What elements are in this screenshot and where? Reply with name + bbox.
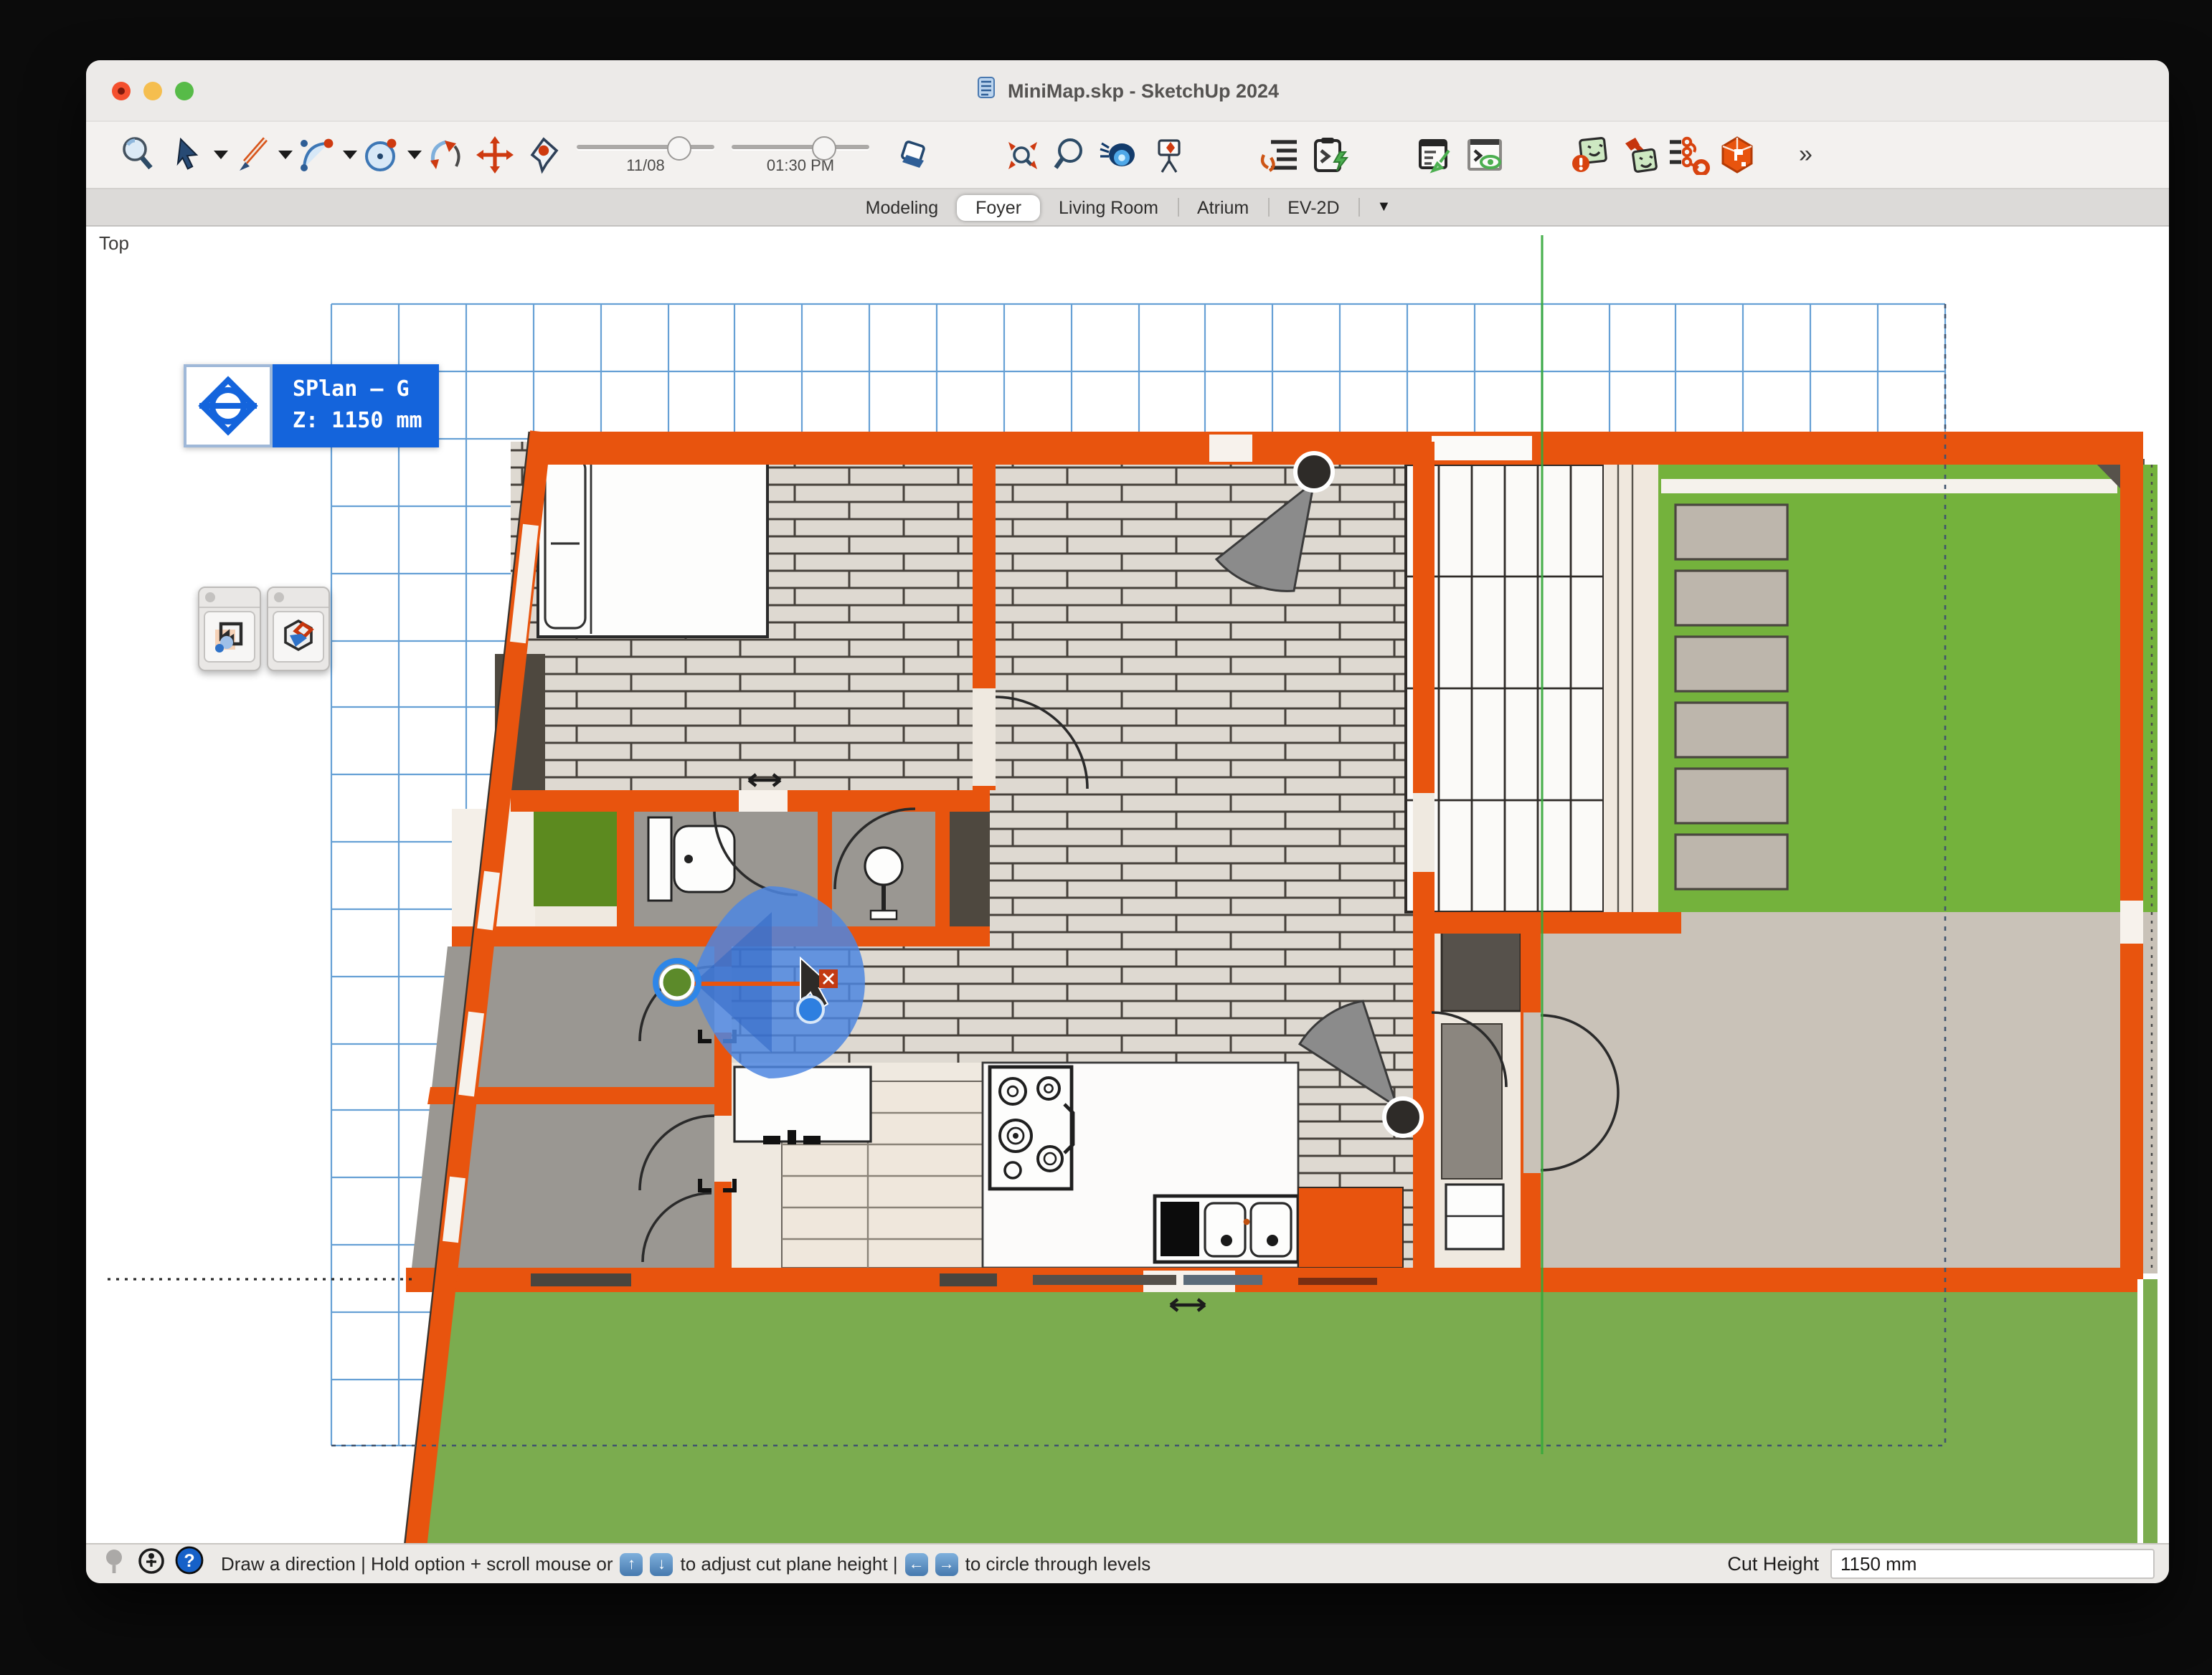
kitchen-orange-unit <box>1298 1187 1403 1268</box>
sketchup-doc-icon <box>976 75 998 105</box>
clean-notes-tool[interactable] <box>1412 131 1460 179</box>
section-plane-tooltip: SPlan – G Z: 1150 mm <box>184 364 440 447</box>
corridor-vanity <box>734 1067 871 1144</box>
walkway-strip <box>1604 465 1658 912</box>
traffic-lights <box>112 81 194 100</box>
close-button[interactable] <box>112 81 131 100</box>
island-gray <box>1442 1024 1502 1179</box>
tab-foyer[interactable]: Foyer <box>957 194 1040 220</box>
mini-palette-2-titlebar[interactable] <box>268 588 329 608</box>
closet-dark <box>950 809 990 926</box>
line-dropdown-caret[interactable] <box>278 151 293 159</box>
bathroom-2 <box>832 809 935 926</box>
tab-modeling[interactable]: Modeling <box>847 194 957 220</box>
mini-palette-1-titlebar[interactable] <box>199 588 260 608</box>
minimize-button[interactable] <box>143 81 162 100</box>
credit-attribution-icon[interactable] <box>138 1547 165 1581</box>
shadow-date-slider[interactable]: 11/08 <box>577 136 714 174</box>
tab-atrium[interactable]: Atrium <box>1178 194 1267 220</box>
sketchup-window: MiniMap.skp - SketchUp 2024 <box>86 60 2169 1583</box>
placement-point <box>798 997 823 1022</box>
key-right-icon: → <box>935 1552 958 1575</box>
select-dropdown-caret[interactable] <box>214 151 228 159</box>
stove <box>990 1067 1073 1189</box>
section-plane-icon <box>184 364 273 447</box>
scene-tab-bar: Modeling Foyer Living Room Atrium EV-2D … <box>86 189 2169 227</box>
move-tool[interactable] <box>471 131 519 179</box>
run-clipboard-tool[interactable] <box>1305 131 1354 179</box>
tab-living-room[interactable]: Living Room <box>1040 194 1177 220</box>
section-display-toggle-button[interactable] <box>204 611 255 663</box>
side-garden <box>1658 459 2145 912</box>
node-sequence-tool[interactable] <box>1664 131 1713 179</box>
console-preview-tool[interactable] <box>1460 131 1509 179</box>
circle-tool[interactable] <box>357 131 406 179</box>
section-cut-toggle-button[interactable] <box>273 611 324 663</box>
kitchen-sink <box>1155 1196 1298 1262</box>
arc-tool[interactable] <box>293 131 341 179</box>
view-name-label: Top <box>99 232 129 254</box>
model-viewport[interactable]: Top <box>86 227 2169 1543</box>
line-tool[interactable] <box>228 131 277 179</box>
shadow-time-label: 01:30 PM <box>732 157 869 174</box>
geolocation-icon[interactable] <box>100 1547 128 1581</box>
tape-measure-tool[interactable] <box>519 131 568 179</box>
zoom-tool[interactable] <box>1047 131 1096 179</box>
cut-height-label: Cut Height <box>1727 1553 1819 1575</box>
rotate-tool[interactable] <box>422 131 471 179</box>
circle-dropdown-caret[interactable] <box>407 151 422 159</box>
help-icon[interactable]: ? <box>175 1546 204 1582</box>
look-around-tool[interactable] <box>1096 131 1145 179</box>
toolbar: 11/08 01:30 PM <box>86 122 2169 189</box>
extension-warehouse-tool[interactable] <box>1713 131 1762 179</box>
pergola-grid <box>1406 465 1604 912</box>
key-up-icon: ↑ <box>620 1552 643 1575</box>
mini-palette-2 <box>267 587 330 671</box>
toolbar-overflow-button[interactable]: » <box>1799 141 1810 169</box>
key-down-icon: ↓ <box>651 1552 673 1575</box>
yard-lawn <box>407 1279 2137 1543</box>
eraser-tool[interactable] <box>889 131 938 179</box>
shadow-date-label: 11/08 <box>577 157 714 174</box>
terrace-floor <box>1538 912 2137 1279</box>
fix-problems-tool[interactable] <box>1615 131 1664 179</box>
section-name: SPlan – G <box>293 375 422 407</box>
status-bar: ? Draw a direction | Hold option + scrol… <box>86 1543 2169 1583</box>
green-rug <box>534 812 620 906</box>
scene-tabs-overflow[interactable]: ▼ <box>1360 196 1409 218</box>
appliance-dark <box>1442 932 1521 1011</box>
outliner-refresh-tool[interactable] <box>1257 131 1305 179</box>
title-bar: MiniMap.skp - SketchUp 2024 <box>86 60 2169 122</box>
bedroom-bed <box>538 450 767 637</box>
cut-height-input[interactable] <box>1830 1549 2155 1579</box>
section-height: Z: 1150 mm <box>293 406 422 437</box>
svg-text:?: ? <box>184 1551 194 1571</box>
hint-suffix: to circle through levels <box>965 1553 1151 1575</box>
key-left-icon: ← <box>905 1552 928 1575</box>
hint-mid: to adjust cut plane height | <box>681 1553 898 1575</box>
zoom-window-tool[interactable] <box>115 131 164 179</box>
tab-ev-2d[interactable]: EV-2D <box>1269 194 1358 220</box>
zoom-extents-tool[interactable] <box>998 131 1047 179</box>
select-tool[interactable] <box>164 131 212 179</box>
status-hint: Draw a direction | Hold option + scroll … <box>221 1552 1150 1575</box>
hint-prefix: Draw a direction | Hold option + scroll … <box>221 1553 613 1575</box>
zoom-button[interactable] <box>175 81 194 100</box>
position-camera-tool[interactable] <box>1145 131 1194 179</box>
mini-palette-1 <box>198 587 261 671</box>
window-title: MiniMap.skp - SketchUp 2024 <box>1008 80 1279 101</box>
arc-dropdown-caret[interactable] <box>343 151 357 159</box>
report-issue-tool[interactable] <box>1566 131 1615 179</box>
shadow-time-slider[interactable]: 01:30 PM <box>732 136 869 174</box>
